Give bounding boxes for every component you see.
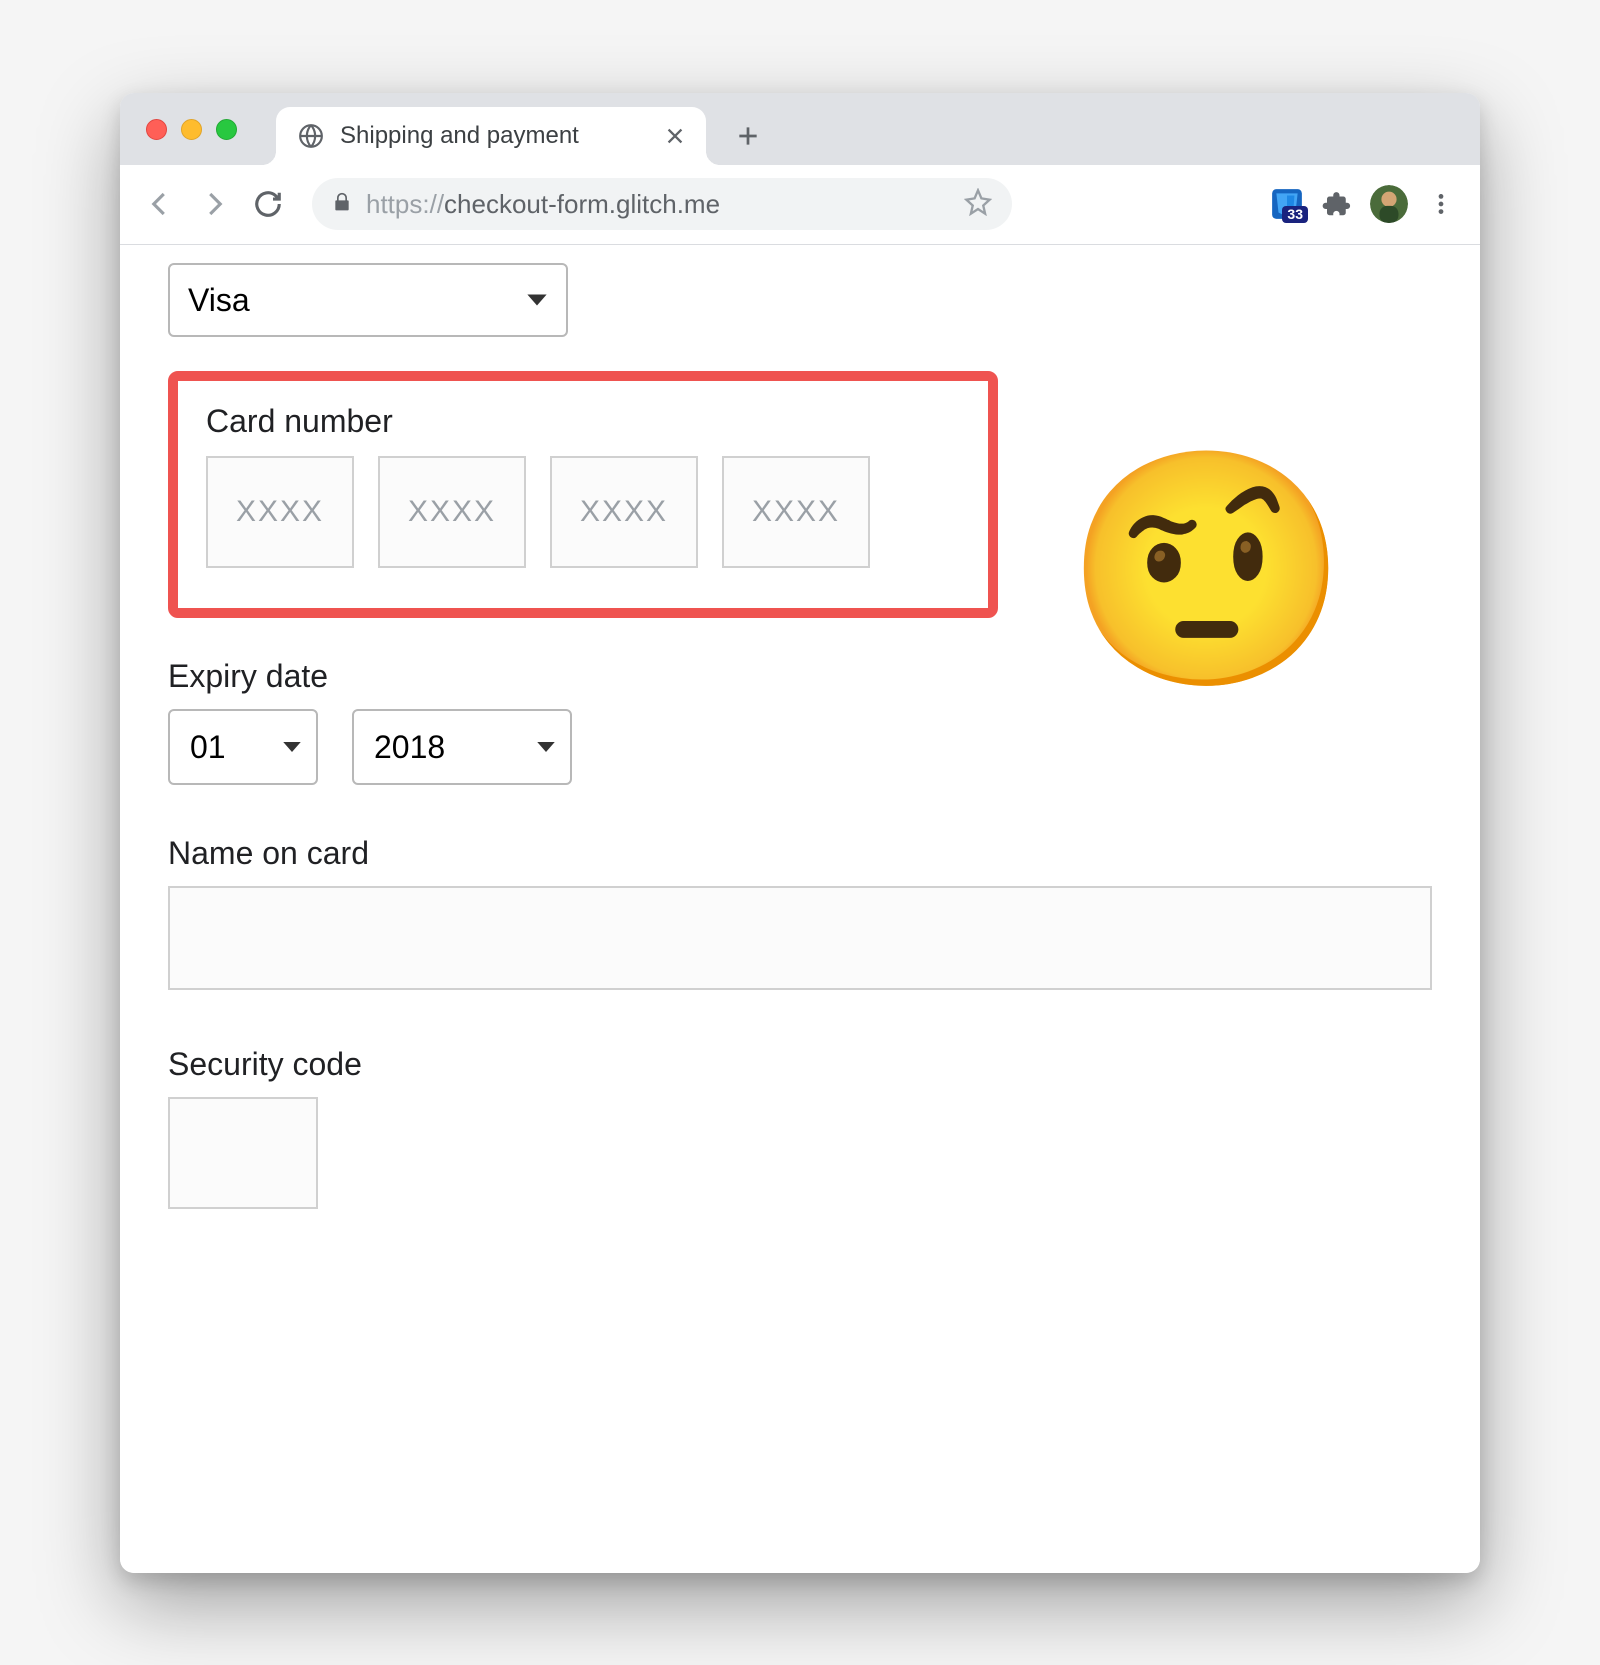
expiry-year-select[interactable]: 2018 xyxy=(352,709,572,785)
card-segment-4[interactable] xyxy=(722,456,870,568)
lock-icon xyxy=(332,192,352,217)
card-number-label: Card number xyxy=(206,403,960,440)
close-icon[interactable] xyxy=(664,125,686,147)
address-bar[interactable]: https://checkout-form.glitch.me xyxy=(312,178,1012,230)
url-text: https://checkout-form.glitch.me xyxy=(366,189,950,220)
page-content: Visa Card number 🤨 Expiry date 01 2018 xyxy=(120,245,1480,1573)
forward-button[interactable] xyxy=(192,182,236,226)
cvv-group: Security code xyxy=(168,1046,1432,1209)
card-segment-1[interactable] xyxy=(206,456,354,568)
new-tab-button[interactable] xyxy=(728,116,768,156)
extensions-puzzle-icon[interactable] xyxy=(1322,189,1352,219)
card-number-group: Card number xyxy=(168,371,998,618)
card-type-group: Visa xyxy=(168,263,1432,337)
window-minimize-button[interactable] xyxy=(181,119,202,140)
back-button[interactable] xyxy=(138,182,182,226)
traffic-lights xyxy=(146,119,237,140)
url-host: checkout-form.glitch.me xyxy=(444,189,720,219)
toolbar: https://checkout-form.glitch.me 33 xyxy=(120,165,1480,245)
browser-tab[interactable]: Shipping and payment xyxy=(276,107,706,165)
raised-eyebrow-emoji: 🤨 xyxy=(1064,455,1350,685)
expiry-month-select[interactable]: 01 xyxy=(168,709,318,785)
reload-button[interactable] xyxy=(246,182,290,226)
name-group: Name on card xyxy=(168,835,1432,990)
globe-icon xyxy=(298,123,324,149)
name-on-card-input[interactable] xyxy=(168,886,1432,990)
extension-badge-count: 33 xyxy=(1282,206,1308,223)
card-number-inputs xyxy=(206,456,960,568)
browser-window: Shipping and payment https://checkout-fo… xyxy=(120,93,1480,1573)
url-protocol: https:// xyxy=(366,189,444,219)
bookmark-star-icon[interactable] xyxy=(964,188,992,221)
name-label: Name on card xyxy=(168,835,1432,872)
browser-menu-button[interactable] xyxy=(1426,189,1456,219)
tab-title: Shipping and payment xyxy=(340,122,648,150)
extensions-area: 33 xyxy=(1270,185,1462,223)
profile-avatar[interactable] xyxy=(1370,185,1408,223)
window-close-button[interactable] xyxy=(146,119,167,140)
window-maximize-button[interactable] xyxy=(216,119,237,140)
expiry-row: 01 2018 xyxy=(168,709,1432,785)
extension-css-icon[interactable]: 33 xyxy=(1270,187,1304,221)
security-code-input[interactable] xyxy=(168,1097,318,1209)
cvv-label: Security code xyxy=(168,1046,1432,1083)
card-type-select[interactable]: Visa xyxy=(168,263,568,337)
titlebar: Shipping and payment xyxy=(120,93,1480,165)
card-segment-3[interactable] xyxy=(550,456,698,568)
card-segment-2[interactable] xyxy=(378,456,526,568)
